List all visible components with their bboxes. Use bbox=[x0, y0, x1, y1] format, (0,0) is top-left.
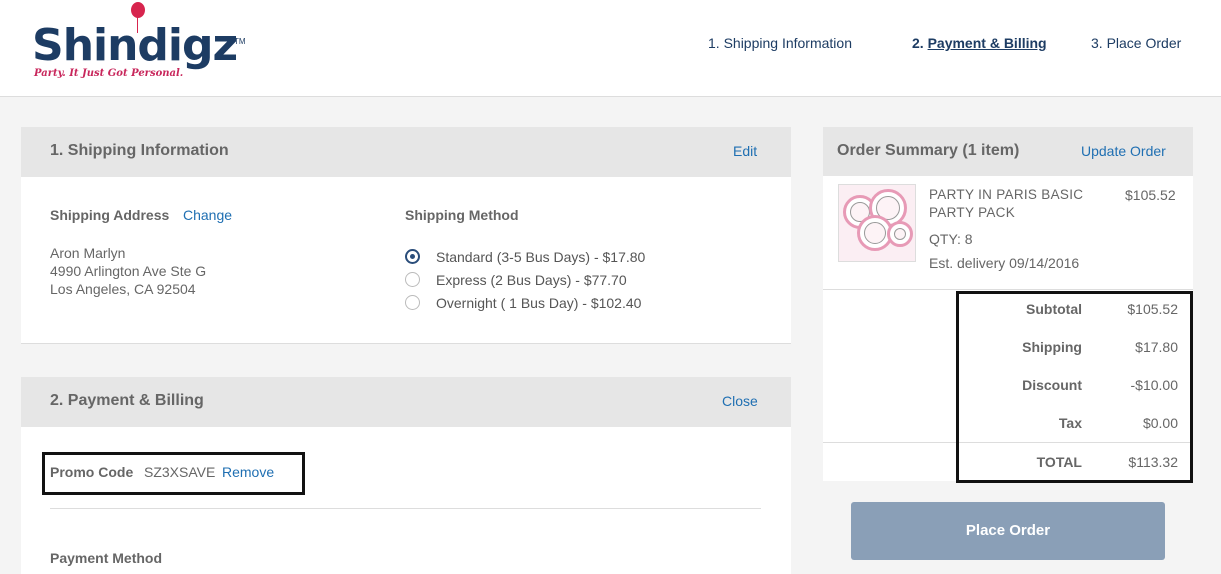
step-payment-label: Payment & Billing bbox=[927, 35, 1047, 51]
payment-close-link[interactable]: Close bbox=[722, 393, 758, 409]
payment-panel-header: 2. Payment & Billing Close bbox=[21, 377, 791, 427]
shipping-option-overnight[interactable]: Overnight ( 1 Bus Day) - $102.40 bbox=[405, 295, 705, 313]
logo-tagline: Party. It Just Got Personal. bbox=[34, 68, 184, 79]
estimated-delivery: Est. delivery 09/14/2016 bbox=[929, 255, 1080, 271]
address-city: Los Angeles, CA 92504 bbox=[50, 281, 196, 297]
step-payment-number: 2. bbox=[912, 35, 924, 51]
place-order-button[interactable]: Place Order bbox=[851, 502, 1165, 560]
logo-wordmark: Shindigz bbox=[32, 20, 238, 71]
shipping-panel-title: 1. Shipping Information bbox=[50, 142, 229, 159]
radio-unselected-icon[interactable] bbox=[405, 295, 420, 310]
shipping-panel-divider bbox=[21, 343, 791, 344]
step-payment-billing[interactable]: 2. Payment & Billing bbox=[912, 35, 1047, 51]
summary-item-divider bbox=[823, 289, 1193, 290]
totals-highlight-box bbox=[956, 291, 1193, 483]
shipping-address-label: Shipping Address bbox=[50, 207, 170, 223]
shipping-option-express[interactable]: Express (2 Bus Days) - $77.70 bbox=[405, 272, 705, 290]
payment-method-label: Payment Method bbox=[50, 550, 163, 566]
step-shipping-information[interactable]: 1. Shipping Information bbox=[708, 35, 852, 51]
address-name: Aron Marlyn bbox=[50, 245, 126, 261]
promo-highlight-box bbox=[42, 452, 305, 495]
shindigz-logo[interactable]: Shindigz TM Party. It Just Got Personal. bbox=[32, 2, 252, 86]
shipping-option-label: Express (2 Bus Days) - $77.70 bbox=[436, 272, 627, 288]
shipping-edit-link[interactable]: Edit bbox=[733, 143, 757, 159]
logo-trademark: TM bbox=[234, 37, 246, 46]
shipping-option-label: Standard (3-5 Bus Days) - $17.80 bbox=[436, 249, 646, 265]
product-thumbnail[interactable] bbox=[838, 184, 916, 262]
radio-unselected-icon[interactable] bbox=[405, 272, 420, 287]
payment-divider bbox=[50, 508, 761, 509]
balloon-icon bbox=[131, 2, 145, 18]
change-address-link[interactable]: Change bbox=[183, 207, 232, 223]
shipping-method-label: Shipping Method bbox=[405, 207, 519, 223]
product-quantity: QTY: 8 bbox=[929, 231, 973, 247]
product-name-line2[interactable]: PARTY PACK bbox=[929, 205, 1015, 220]
plate-image bbox=[887, 221, 913, 247]
product-name-line1[interactable]: PARTY IN PARIS BASIC bbox=[929, 187, 1083, 202]
order-summary-header: Order Summary (1 item) Update Order bbox=[823, 127, 1193, 176]
shipping-option-standard[interactable]: Standard (3-5 Bus Days) - $17.80 bbox=[405, 249, 705, 267]
site-header: Shindigz TM Party. It Just Got Personal.… bbox=[0, 0, 1221, 97]
shipping-option-label: Overnight ( 1 Bus Day) - $102.40 bbox=[436, 295, 642, 311]
shipping-panel-header: 1. Shipping Information Edit bbox=[21, 127, 791, 177]
update-order-link[interactable]: Update Order bbox=[1081, 143, 1166, 159]
step-place-order[interactable]: 3. Place Order bbox=[1091, 35, 1181, 51]
address-street: 4990 Arlington Ave Ste G bbox=[50, 263, 207, 279]
order-summary-title: Order Summary (1 item) bbox=[837, 142, 1020, 159]
payment-panel-title: 2. Payment & Billing bbox=[50, 392, 204, 409]
radio-selected-icon[interactable] bbox=[405, 249, 420, 264]
product-price: $105.52 bbox=[1125, 187, 1176, 203]
shipping-panel: 1. Shipping Information Edit Shipping Ad… bbox=[21, 127, 791, 344]
